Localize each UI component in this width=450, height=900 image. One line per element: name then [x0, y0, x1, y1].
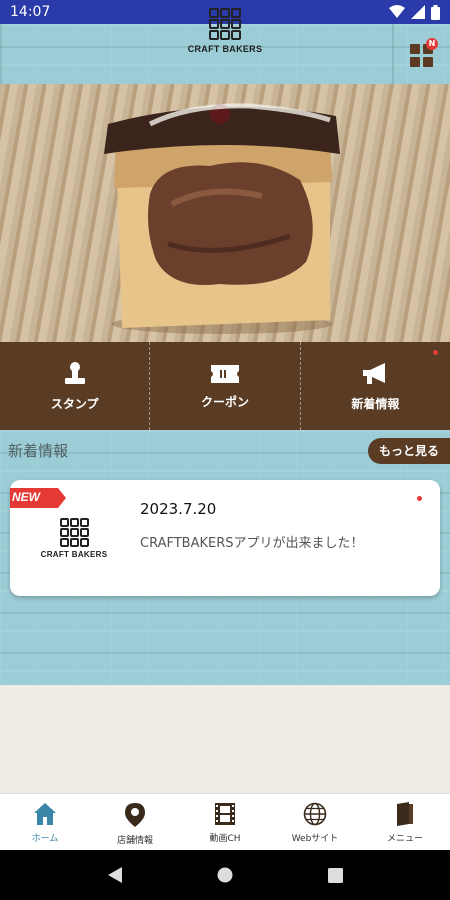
quick-nav-stamp[interactable]: スタンプ — [0, 342, 149, 430]
news-text: CRAFTBAKERSアプリが出来ました！ — [140, 536, 364, 551]
book-icon — [397, 802, 413, 826]
tab-store-info-label: 店舗情報 — [116, 836, 153, 846]
new-badge-text: NEW — [12, 490, 40, 504]
quick-nav-stamp-label: スタンプ — [50, 396, 99, 411]
chocolate-bread-image — [104, 103, 340, 334]
tab-website-label: Webサイト — [291, 834, 339, 844]
battery-icon — [431, 4, 440, 20]
news-section-title: 新着情報 — [8, 442, 69, 460]
hero-image — [0, 84, 450, 342]
news-card-logo-text: CRAFT BAKERS — [40, 550, 108, 559]
logo-text: CRAFT BAKERS — [187, 44, 263, 54]
tab-home[interactable]: ホーム — [0, 794, 90, 850]
news-card[interactable]: NEW CRAFT BAKERS 2023.7.20 CRAFTBAKERSアプ… — [10, 480, 440, 596]
unread-dot — [417, 496, 422, 501]
wifi-icon — [389, 5, 405, 18]
news-card-logo: CRAFT BAKERS — [38, 518, 110, 559]
wood-seam — [392, 24, 394, 84]
quick-nav-news-label: 新着情報 — [351, 396, 400, 411]
menu-new-badge: N — [426, 38, 438, 50]
logo-mark-icon — [59, 518, 89, 547]
tab-menu-label: メニュー — [386, 834, 423, 844]
bottom-tab-bar: ホーム 店舗情報 動画CH Webサイト メニュー — [0, 793, 450, 850]
tab-video[interactable]: 動画CH — [180, 794, 270, 850]
notification-dot — [432, 350, 438, 355]
tab-store-info[interactable]: 店舗情報 — [90, 794, 180, 850]
home-icon — [34, 803, 56, 825]
tab-video-label: 動画CH — [209, 834, 241, 844]
quick-nav-news[interactable]: 新着情報 — [299, 342, 450, 430]
quick-nav-coupon[interactable]: クーポン — [149, 342, 299, 430]
back-icon[interactable] — [107, 866, 123, 884]
location-pin-icon — [125, 803, 145, 827]
globe-icon — [303, 802, 327, 826]
logo-mark-icon — [209, 8, 241, 40]
tab-menu[interactable]: メニュー — [360, 794, 450, 850]
signal-icon — [411, 5, 425, 19]
system-nav-bar — [0, 850, 450, 900]
film-icon — [215, 803, 235, 825]
recents-icon[interactable] — [327, 867, 343, 883]
wood-seam — [0, 24, 2, 84]
coupon-icon — [210, 364, 239, 383]
quick-nav: スタンプ クーポン 新着情報 — [0, 342, 450, 430]
quick-nav-coupon-label: クーポン — [200, 394, 249, 409]
megaphone-icon — [363, 362, 386, 384]
news-date: 2023.7.20 — [140, 500, 217, 518]
tab-home-label: ホーム — [31, 834, 59, 844]
tab-website[interactable]: Webサイト — [270, 794, 360, 850]
craft-bakers-logo[interactable]: CRAFT BAKERS — [184, 8, 266, 54]
stamp-icon — [64, 361, 85, 384]
home-circle-icon[interactable] — [217, 867, 233, 883]
more-button[interactable]: もっと見る — [368, 438, 450, 464]
